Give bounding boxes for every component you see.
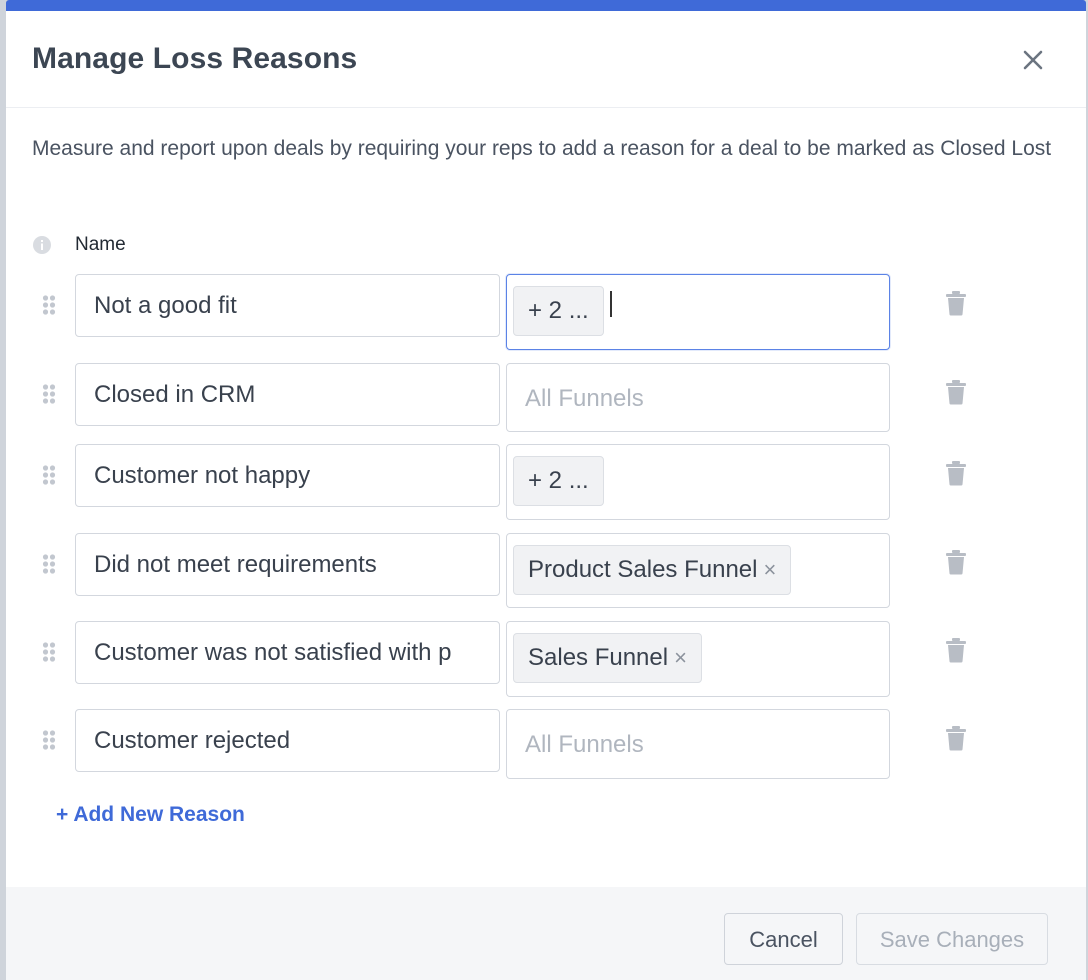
trash-icon[interactable] — [945, 549, 967, 575]
funnel-chip-label: Product Sales Funnel — [528, 556, 758, 583]
drag-handle-icon[interactable] — [42, 641, 56, 663]
funnel-placeholder: All Funnels — [525, 385, 644, 412]
funnel-chip[interactable]: Sales Funnel × — [513, 633, 702, 683]
info-icon — [33, 236, 51, 254]
trash-icon[interactable] — [945, 725, 967, 751]
cancel-button[interactable]: Cancel — [724, 913, 843, 965]
funnel-chip-label: + 2 ... — [528, 467, 589, 494]
funnel-select[interactable]: Sales Funnel × — [506, 621, 890, 697]
funnel-select[interactable]: Product Sales Funnel × — [506, 533, 890, 608]
trash-icon[interactable] — [945, 379, 967, 405]
funnel-chip[interactable]: + 2 ... — [513, 456, 604, 506]
modal-header: Manage Loss Reasons — [6, 11, 1086, 108]
drag-handle-icon[interactable] — [42, 729, 56, 751]
save-changes-button[interactable]: Save Changes — [856, 913, 1048, 965]
funnel-select[interactable]: + 2 ... — [506, 444, 890, 520]
drag-handle-icon[interactable] — [42, 464, 56, 486]
funnel-select[interactable]: All Funnels — [506, 709, 890, 779]
drag-handle-icon[interactable] — [42, 383, 56, 405]
trash-icon[interactable] — [945, 460, 967, 486]
reason-name-input[interactable]: Did not meet requirements — [75, 533, 500, 596]
funnel-select[interactable]: All Funnels — [506, 363, 890, 432]
drag-handle-icon[interactable] — [42, 553, 56, 575]
reason-name-input[interactable]: Customer was not satisfied with p — [75, 621, 500, 684]
chip-remove-icon[interactable]: × — [674, 645, 687, 670]
text-caret — [610, 291, 612, 317]
funnel-chip-label: Sales Funnel — [528, 644, 669, 671]
trash-icon[interactable] — [945, 290, 967, 316]
reason-name-input[interactable]: Customer not happy — [75, 444, 500, 507]
add-new-reason-button[interactable]: + Add New Reason — [56, 803, 245, 827]
funnel-chip[interactable]: Product Sales Funnel × — [513, 545, 792, 595]
chip-remove-icon[interactable]: × — [763, 557, 776, 582]
trash-icon[interactable] — [945, 637, 967, 663]
funnel-chip-label: + 2 ... — [528, 297, 589, 324]
modal-footer: Cancel Save Changes — [6, 887, 1086, 980]
drag-handle-icon[interactable] — [42, 294, 56, 316]
manage-loss-reasons-modal: Manage Loss Reasons Measure and report u… — [6, 0, 1086, 980]
modal-title: Manage Loss Reasons — [32, 42, 358, 75]
reason-name-input[interactable]: Customer rejected — [75, 709, 500, 772]
modal-description: Measure and report upon deals by requiri… — [32, 137, 1052, 160]
funnel-placeholder: All Funnels — [525, 731, 644, 758]
funnel-select[interactable]: + 2 ... — [506, 274, 890, 350]
close-icon[interactable] — [1020, 47, 1046, 73]
name-column-label: Name — [75, 234, 126, 255]
funnel-chip[interactable]: + 2 ... — [513, 286, 604, 336]
reason-name-input[interactable]: Not a good fit — [75, 274, 500, 337]
reason-name-input[interactable]: Closed in CRM — [75, 363, 500, 426]
